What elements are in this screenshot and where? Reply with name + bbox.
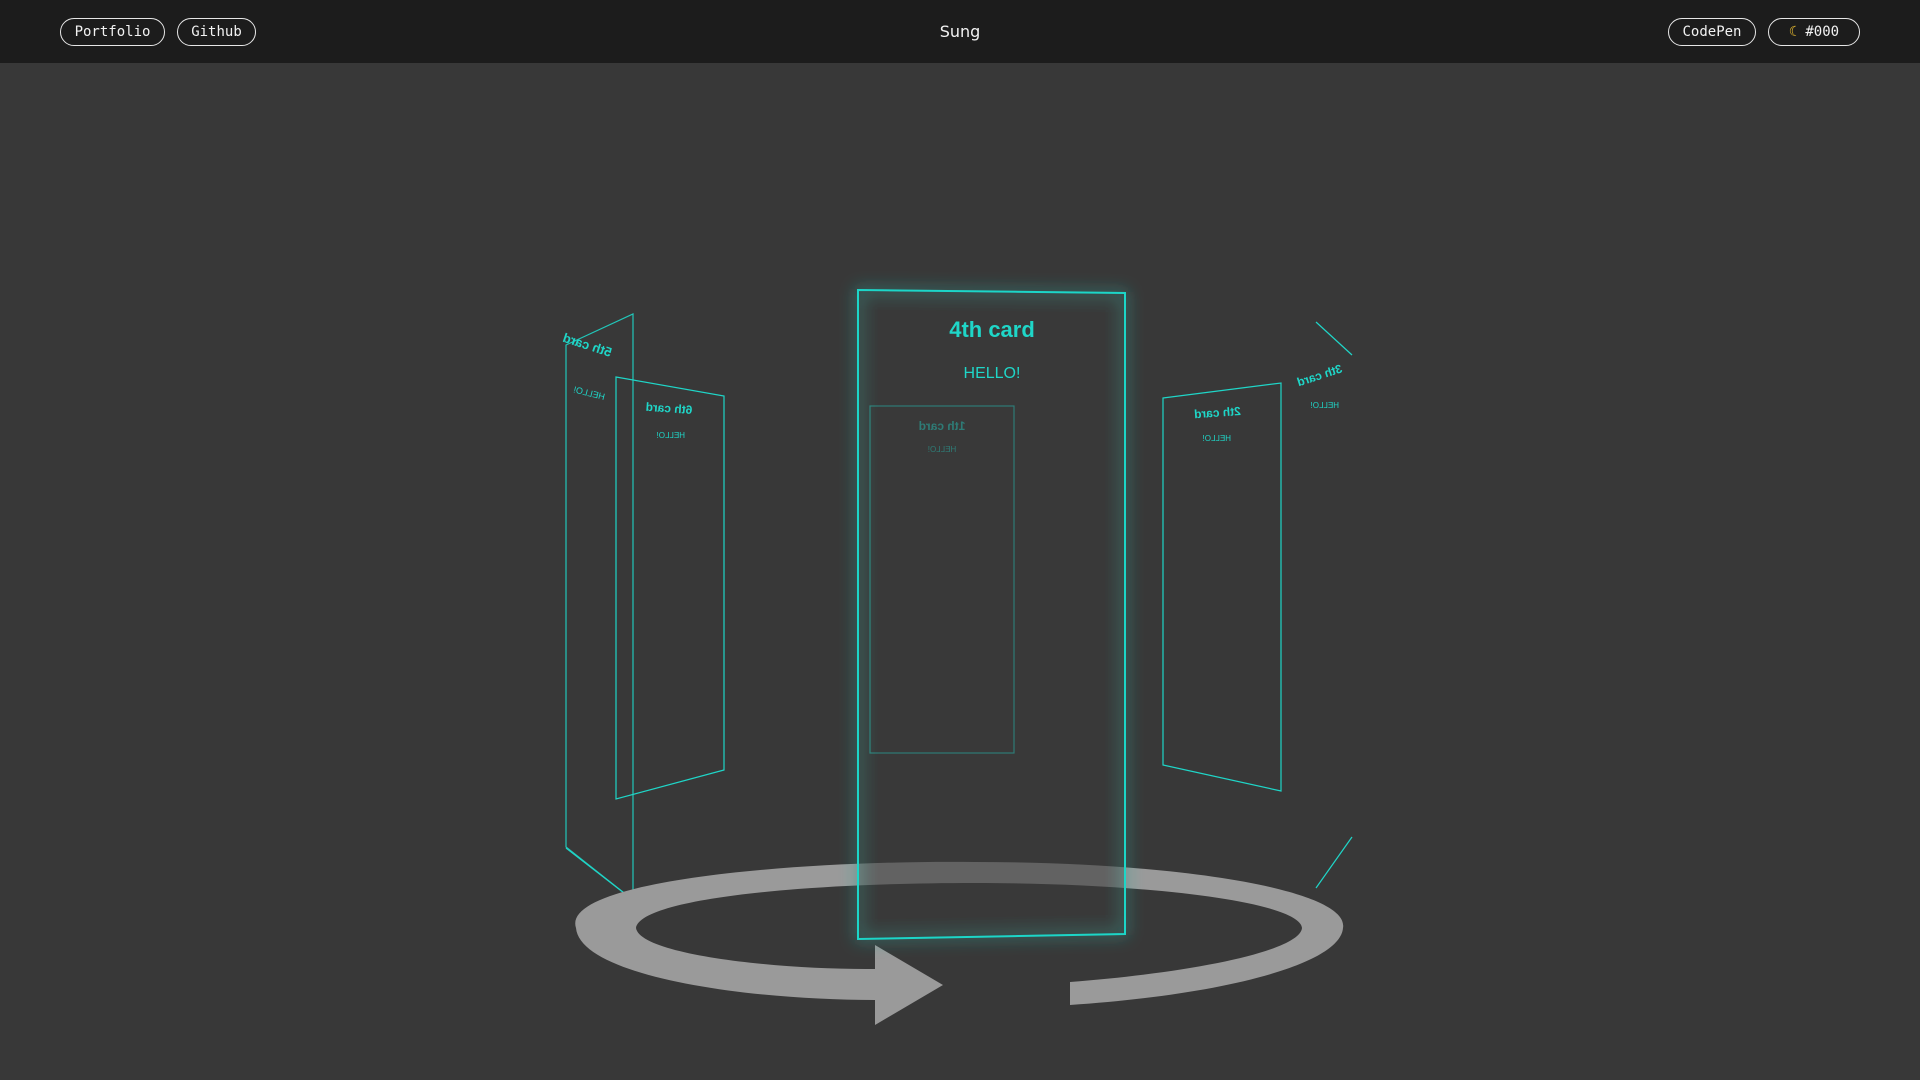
far-left-card-title: 5th card: [561, 330, 614, 360]
front-card[interactable]: 4th card HELLO!: [857, 288, 1126, 941]
card-carousel: 5th card HELLO! 6th card HELLO! 2th card…: [0, 63, 1920, 1080]
left-card-title: 6th card: [645, 400, 693, 417]
far-right-card-title: 3th card: [1295, 362, 1344, 390]
front-card-text: HELLO!: [964, 365, 1021, 382]
far-right-card[interactable]: 3th card HELLO!: [1295, 321, 1353, 889]
carousel-scene: 5th card HELLO! 6th card HELLO! 2th card…: [561, 288, 1353, 1025]
theme-label: #000: [1805, 23, 1840, 40]
far-right-card-text: HELLO!: [1311, 401, 1339, 410]
theme-toggle-button[interactable]: ☾ #000: [1768, 18, 1860, 46]
front-card-title: 4th card: [949, 317, 1035, 342]
moon-icon: ☾: [1788, 23, 1798, 40]
far-left-card[interactable]: 5th card HELLO!: [561, 313, 634, 902]
left-card-text: HELLO!: [657, 431, 685, 440]
right-card[interactable]: 2th card HELLO!: [1162, 382, 1282, 792]
site-title: Sung: [939, 22, 981, 41]
far-left-card-text: HELLO!: [572, 384, 605, 401]
right-card-text: HELLO!: [1203, 434, 1231, 443]
left-card[interactable]: 6th card HELLO!: [615, 376, 725, 800]
top-navigation-bar: Portfolio Github Sung CodePen ☾ #000: [0, 0, 1920, 63]
right-card-title: 2th card: [1194, 404, 1242, 421]
codepen-link[interactable]: CodePen: [1668, 18, 1756, 46]
